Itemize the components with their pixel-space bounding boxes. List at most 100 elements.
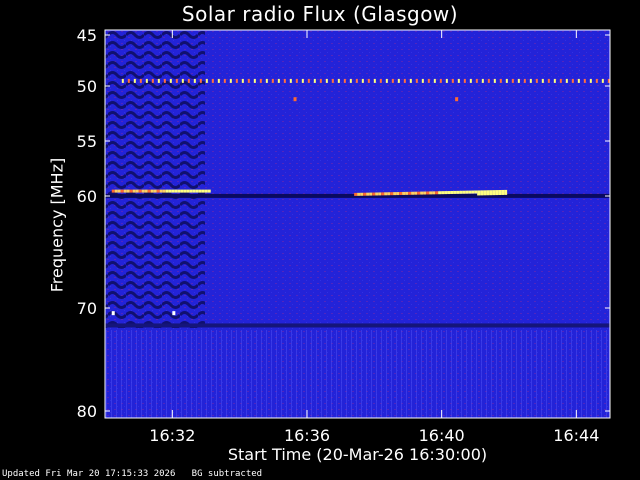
emission-segment bbox=[150, 189, 154, 193]
interference-dot bbox=[199, 78, 202, 83]
interference-dot bbox=[535, 78, 538, 83]
emission-segment bbox=[363, 192, 367, 196]
interference-dot bbox=[463, 78, 466, 83]
interference-dot bbox=[151, 78, 154, 83]
interference-dot bbox=[493, 78, 496, 83]
emission-segment bbox=[180, 189, 184, 193]
y-tick-label: 55 bbox=[77, 132, 97, 151]
interference-dot bbox=[343, 78, 346, 83]
interference-dot bbox=[547, 78, 550, 83]
interference-dot bbox=[595, 78, 598, 83]
interference-dot bbox=[193, 78, 196, 83]
interference-dot bbox=[433, 78, 436, 83]
emission-segment bbox=[357, 192, 361, 196]
interference-dot bbox=[355, 78, 358, 83]
interference-dot bbox=[253, 78, 256, 83]
emission-segment bbox=[141, 189, 145, 193]
footer-text: Updated Fri Mar 20 17:15:33 2026 BG subt… bbox=[2, 469, 262, 479]
updated-timestamp: Updated Fri Mar 20 17:15:33 2026 bbox=[2, 469, 176, 479]
emission-segment bbox=[408, 191, 412, 195]
interference-dot bbox=[187, 78, 190, 83]
interference-dot bbox=[133, 78, 136, 83]
interference-dot bbox=[385, 78, 388, 83]
emission-segment bbox=[189, 189, 193, 193]
emission-segment bbox=[135, 189, 139, 193]
y-tick-label: 45 bbox=[77, 26, 97, 45]
y-tick-label: 80 bbox=[77, 402, 97, 421]
emission-segment bbox=[390, 192, 394, 196]
emission-segment bbox=[165, 189, 169, 193]
emission-segment bbox=[420, 191, 424, 195]
emission-segment bbox=[399, 192, 403, 195]
x-tick-label: 16:44 bbox=[553, 426, 599, 445]
interference-dot bbox=[523, 78, 526, 83]
interference-dot bbox=[511, 78, 514, 83]
emission-segment bbox=[126, 189, 130, 193]
emission-segment bbox=[201, 189, 205, 193]
interference-dot bbox=[577, 78, 580, 83]
interference-dot bbox=[361, 78, 364, 83]
emission-segment bbox=[354, 192, 358, 196]
emission-segment bbox=[435, 191, 439, 195]
interference-dot bbox=[427, 78, 430, 83]
emission-segment bbox=[387, 192, 391, 196]
emission-segment bbox=[372, 192, 376, 196]
emission-segment bbox=[162, 189, 166, 193]
emission-segment bbox=[495, 190, 499, 196]
emission-segment bbox=[465, 190, 469, 194]
interference-dot bbox=[283, 78, 286, 83]
interference-dot bbox=[451, 78, 454, 83]
emission-segment bbox=[453, 190, 457, 194]
emission-segment bbox=[129, 189, 133, 193]
vertical-striations bbox=[105, 330, 610, 418]
emission-segment bbox=[396, 192, 400, 196]
y-tick-label: 70 bbox=[77, 299, 97, 318]
emission-segment bbox=[369, 192, 373, 196]
interference-dot bbox=[211, 78, 214, 83]
interference-dot bbox=[127, 78, 130, 83]
burst-mark bbox=[172, 311, 176, 316]
emission-segment bbox=[138, 189, 142, 193]
emission-segment bbox=[450, 190, 454, 194]
emission-segment bbox=[186, 189, 190, 193]
x-axis-label: Start Time (20-Mar-26 16:30:00) bbox=[227, 445, 488, 464]
interference-dot bbox=[409, 78, 412, 83]
interference-dot bbox=[457, 78, 460, 83]
interference-dot bbox=[247, 78, 250, 83]
interference-dot bbox=[553, 78, 556, 83]
interference-dot bbox=[487, 78, 490, 83]
interference-dot bbox=[565, 78, 568, 83]
emission-segment bbox=[402, 191, 406, 195]
emission-segment bbox=[177, 189, 181, 193]
interference-dot bbox=[265, 78, 268, 83]
emission-segment bbox=[438, 191, 442, 195]
emission-segment bbox=[414, 191, 418, 195]
emission-segment bbox=[384, 192, 388, 196]
interference-dot bbox=[559, 78, 562, 83]
emission-segment bbox=[171, 189, 175, 193]
emission-segment bbox=[120, 189, 124, 193]
y-tick-label: 50 bbox=[77, 77, 97, 96]
emission-segment bbox=[486, 190, 490, 196]
interference-dot bbox=[337, 78, 340, 83]
interference-dot bbox=[205, 78, 208, 83]
interference-dot bbox=[235, 78, 238, 83]
interference-dot bbox=[271, 78, 274, 83]
emission-segment bbox=[411, 191, 415, 195]
interference-dot bbox=[439, 78, 442, 83]
interference-dot bbox=[379, 78, 382, 83]
interference-dot bbox=[421, 78, 424, 83]
interference-dot bbox=[289, 78, 292, 83]
y-axis-label: Frequency [MHz] bbox=[47, 157, 67, 293]
emission-segment bbox=[207, 189, 211, 193]
emission-segment bbox=[498, 190, 502, 196]
emission-segment bbox=[501, 189, 505, 195]
interference-dot bbox=[175, 78, 178, 83]
interference-dot bbox=[217, 78, 220, 83]
y-tick-label: 60 bbox=[77, 187, 97, 206]
interference-dot bbox=[325, 78, 328, 83]
interference-dot bbox=[481, 78, 484, 83]
interference-dot bbox=[529, 78, 532, 83]
emission-segment bbox=[426, 191, 430, 195]
interference-dot bbox=[445, 78, 448, 83]
